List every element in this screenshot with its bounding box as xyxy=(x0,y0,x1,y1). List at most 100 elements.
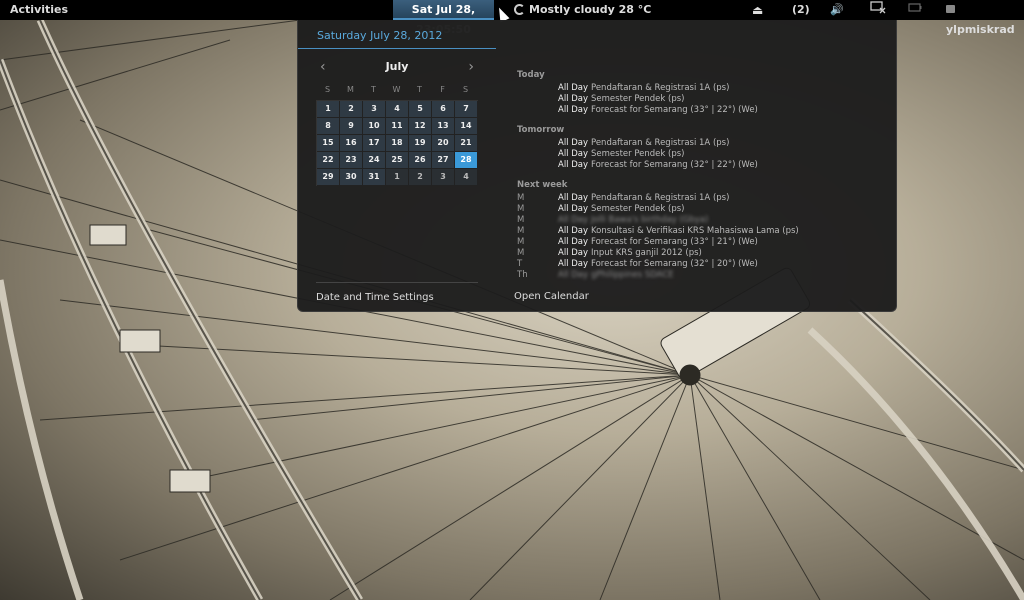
date-header: Saturday July 28, 2012 xyxy=(298,29,496,49)
calendar-day[interactable]: 18 xyxy=(386,135,409,152)
calendar-day[interactable]: 27 xyxy=(432,152,455,169)
calendar-day[interactable]: 13 xyxy=(432,118,455,135)
event-row[interactable]: M All Day Input KRS ganjil 2012 (ps) xyxy=(517,248,887,259)
event-day xyxy=(517,105,558,116)
event-name: Forecast for Semarang (32° | 20°) (We) xyxy=(591,259,758,269)
weekday-header: SMTWTFS xyxy=(316,85,478,94)
event-day: M xyxy=(517,226,525,236)
calendar-day[interactable]: 14 xyxy=(455,118,478,135)
month-navigation: ‹ July › xyxy=(316,60,478,74)
event-day xyxy=(517,160,558,171)
weekday-label: W xyxy=(392,85,401,94)
event-day: M xyxy=(517,215,525,225)
calendar-day[interactable]: 5 xyxy=(409,101,432,118)
calendar-day[interactable]: 19 xyxy=(409,135,432,152)
event-name: Pendaftaran & Registrasi 1A (ps) xyxy=(591,138,730,148)
calendar-day[interactable]: 20 xyxy=(432,135,455,152)
open-calendar-link[interactable]: Open Calendar xyxy=(514,291,589,302)
next-month-icon[interactable]: › xyxy=(468,60,474,74)
events-section: Today All Day Pendaftaran & Registrasi 1A … xyxy=(517,70,887,116)
calendar-day[interactable]: 26 xyxy=(409,152,432,169)
calendar-day[interactable]: 23 xyxy=(340,152,363,169)
calendar-day[interactable]: 12 xyxy=(409,118,432,135)
calendar-day[interactable]: 16 xyxy=(340,135,363,152)
event-row[interactable]: M All Day Forecast for Semarang (33° | 21°… xyxy=(517,237,887,248)
events-list: Today All Day Pendaftaran & Registrasi 1A … xyxy=(517,70,887,290)
event-row[interactable]: M All Day Semester Pendek (ps) xyxy=(517,204,887,215)
event-day xyxy=(517,83,558,94)
calendar-day[interactable]: 2 xyxy=(340,101,363,118)
calendar-day[interactable]: 4 xyxy=(386,101,409,118)
event-day xyxy=(517,94,558,105)
date-time-settings-link[interactable]: Date and Time Settings xyxy=(316,282,478,303)
event-row[interactable]: T All Day Forecast for Semarang (32° | 20°… xyxy=(517,259,887,270)
calendar-popup: Saturday July 28, 2012 ‹ July › SMTWTFS … xyxy=(297,20,897,312)
event-name: Forecast for Semarang (33° | 21°) (We) xyxy=(591,237,758,247)
event-row[interactable]: All Day Forecast for Semarang (33° | 22°)… xyxy=(517,105,887,116)
event-day: M xyxy=(517,193,525,203)
event-row[interactable]: M All Day Konsultasi & Verifikasi KRS Maha… xyxy=(517,226,887,237)
calendar-day[interactable]: 21 xyxy=(455,135,478,152)
weekday-label: S xyxy=(462,85,469,94)
event-row[interactable]: Th All Day gPhilippines SDACE xyxy=(517,270,887,281)
notification-count[interactable]: (2) xyxy=(792,0,810,20)
event-name: Pendaftaran & Registrasi 1A (ps) xyxy=(591,193,730,203)
event-name: Forecast for Semarang (32° | 22°) (We) xyxy=(591,160,758,170)
calendar-day[interactable]: 11 xyxy=(386,118,409,135)
user-menu[interactable]: ylpmiskrad xyxy=(946,0,1024,36)
calendar-day[interactable]: 25 xyxy=(386,152,409,169)
event-row[interactable]: M All Day Jolli Bawa's birthday (Gbya) xyxy=(517,215,887,226)
volume-icon[interactable]: 🔊 xyxy=(830,0,844,20)
calendar-day[interactable]: 10 xyxy=(363,118,386,135)
event-name: Pendaftaran & Registrasi 1A (ps) xyxy=(591,83,730,93)
calendar-day[interactable]: 4 xyxy=(455,169,478,186)
event-time: All Day xyxy=(558,149,589,159)
battery-icon[interactable] xyxy=(908,0,922,20)
calendar-day[interactable]: 29 xyxy=(317,169,340,186)
event-time: All Day xyxy=(558,138,589,148)
weather-label: Mostly cloudy 28 °C xyxy=(529,3,652,16)
eject-icon[interactable]: ⏏ xyxy=(752,0,763,20)
event-row[interactable]: All Day Semester Pendek (ps) xyxy=(517,149,887,160)
weekday-label: F xyxy=(440,85,445,94)
events-section: Next week M All Day Pendaftaran & Registras… xyxy=(517,180,887,281)
network-icon[interactable] xyxy=(870,0,886,20)
calendar-day[interactable]: 28 xyxy=(455,152,478,169)
event-name: Forecast for Semarang (33° | 22°) (We) xyxy=(591,105,758,115)
event-name: Semester Pendek (ps) xyxy=(591,94,685,104)
events-section-title: Today xyxy=(517,70,545,80)
calendar-day[interactable]: 8 xyxy=(317,118,340,135)
top-bar: Activities Sat Jul 28, 23:05:50 Mostly c… xyxy=(0,0,1024,36)
calendar-day[interactable]: 2 xyxy=(409,169,432,186)
event-day xyxy=(517,149,558,160)
event-row[interactable]: All Day Forecast for Semarang (32° | 22°)… xyxy=(517,160,887,171)
calendar-day[interactable]: 17 xyxy=(363,135,386,152)
event-name: Konsultasi & Verifikasi KRS Mahasiswa La… xyxy=(591,226,799,236)
calendar-day[interactable]: 24 xyxy=(363,152,386,169)
calendar-day[interactable]: 1 xyxy=(317,101,340,118)
events-section: Tomorrow All Day Pendaftaran & Registrasi … xyxy=(517,125,887,171)
weekday-label: M xyxy=(347,85,354,94)
event-time: All Day xyxy=(558,226,589,236)
event-time: All Day xyxy=(558,237,589,247)
weather-cloud-icon xyxy=(514,4,525,15)
calendar-day[interactable]: 30 xyxy=(340,169,363,186)
event-row[interactable]: All Day Pendaftaran & Registrasi 1A (ps) xyxy=(517,83,887,94)
clock-button[interactable]: Sat Jul 28, 23:05:50 xyxy=(393,0,494,36)
calendar-day[interactable]: 6 xyxy=(432,101,455,118)
activities-button[interactable]: Activities xyxy=(10,0,68,20)
event-row[interactable]: M All Day Pendaftaran & Registrasi 1A (ps) xyxy=(517,193,887,204)
calendar-day[interactable]: 22 xyxy=(317,152,340,169)
calendar-day[interactable]: 3 xyxy=(363,101,386,118)
event-row[interactable]: All Day Semester Pendek (ps) xyxy=(517,94,887,105)
calendar-day[interactable]: 3 xyxy=(432,169,455,186)
event-name: gPhilippines SDACE xyxy=(591,270,674,280)
weather-indicator[interactable]: Mostly cloudy 28 °C xyxy=(514,0,651,20)
event-row[interactable]: All Day Pendaftaran & Registrasi 1A (ps) xyxy=(517,138,887,149)
calendar-day[interactable]: 7 xyxy=(455,101,478,118)
calendar-day[interactable]: 1 xyxy=(386,169,409,186)
calendar-day[interactable]: 15 xyxy=(317,135,340,152)
event-day: M xyxy=(517,248,525,258)
calendar-day[interactable]: 9 xyxy=(340,118,363,135)
calendar-day[interactable]: 31 xyxy=(363,169,386,186)
